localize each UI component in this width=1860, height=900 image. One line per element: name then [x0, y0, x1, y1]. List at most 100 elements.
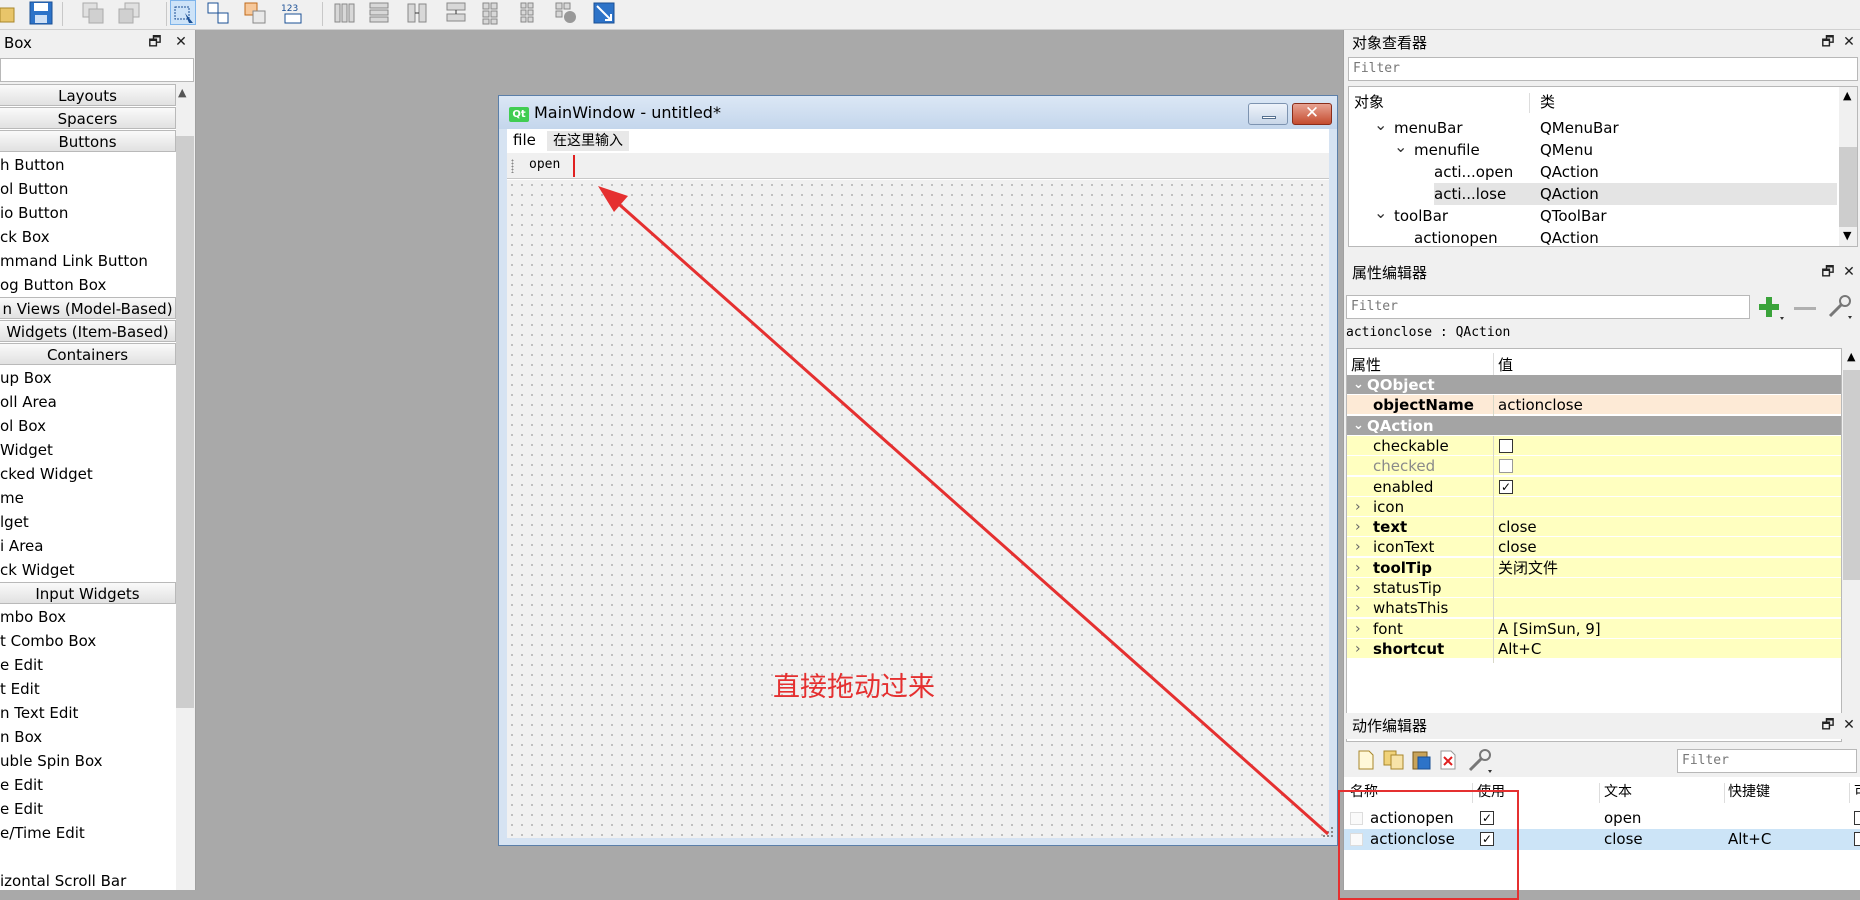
- property-row[interactable]: › shortcut Alt+C: [1347, 638, 1841, 663]
- property-checkbox[interactable]: ✓: [1499, 479, 1513, 494]
- property-value[interactable]: close: [1498, 517, 1537, 537]
- remove-dynamic-property-icon[interactable]: [1794, 307, 1816, 310]
- float-dock-icon[interactable]: 🗗: [1819, 33, 1837, 51]
- object-name: menufile: [1414, 141, 1480, 159]
- property-name: font: [1373, 619, 1403, 638]
- property-group-name: QObject: [1367, 376, 1435, 394]
- object-name: acti...open: [1434, 163, 1514, 181]
- expand-chevron-icon[interactable]: ›: [1355, 639, 1361, 659]
- property-row[interactable]: objectName actionclose: [1347, 395, 1841, 420]
- object-tree-row[interactable]: acti...lose QAction: [1349, 183, 1837, 205]
- property-row[interactable]: › font A [SimSun, 9]: [1347, 618, 1841, 643]
- collapse-chevron-icon[interactable]: ⌄: [1353, 375, 1364, 395]
- property-row[interactable]: › text close: [1347, 517, 1841, 542]
- property-row[interactable]: checkable: [1347, 435, 1841, 460]
- column-header-shortcut[interactable]: 快捷键: [1728, 777, 1770, 807]
- property-checkbox[interactable]: [1499, 459, 1513, 474]
- property-name: icon: [1373, 497, 1405, 516]
- column-header-object[interactable]: 对象: [1354, 87, 1384, 117]
- property-value[interactable]: Alt+C: [1498, 639, 1541, 659]
- property-name: shortcut: [1373, 639, 1445, 658]
- property-checkbox[interactable]: [1499, 438, 1513, 453]
- column-header-class[interactable]: 类: [1540, 87, 1555, 117]
- action-checkable-checkbox[interactable]: [1854, 811, 1860, 825]
- expand-chevron-icon[interactable]: ›: [1355, 517, 1361, 537]
- property-value[interactable]: 关闭文件: [1498, 558, 1558, 578]
- close-dock-icon[interactable]: ✕: [1840, 263, 1858, 281]
- expand-chevron-icon[interactable]: ›: [1355, 558, 1361, 578]
- property-value[interactable]: actionclose: [1498, 395, 1583, 415]
- float-dock-icon[interactable]: 🗗: [1819, 716, 1837, 734]
- new-action-icon[interactable]: [1356, 749, 1376, 771]
- configure-tool-icon[interactable]: [1826, 294, 1854, 320]
- property-editor-filter[interactable]: Filter: [1346, 295, 1750, 319]
- property-group-name: QAction: [1367, 416, 1434, 435]
- expand-chevron-icon[interactable]: ›: [1355, 598, 1361, 618]
- expand-chevron-icon[interactable]: ›: [1355, 537, 1361, 557]
- property-group[interactable]: ⌄ QAction: [1347, 415, 1841, 436]
- float-dock-icon[interactable]: 🗗: [1819, 263, 1837, 281]
- configure-action-icon[interactable]: [1466, 748, 1494, 774]
- paste-action-icon[interactable]: [1410, 749, 1434, 771]
- object-class: QMenu: [1540, 141, 1593, 159]
- property-name: statusTip: [1373, 579, 1442, 597]
- copy-action-icon[interactable]: [1382, 749, 1406, 771]
- property-group[interactable]: ⌄ QObject: [1347, 375, 1841, 395]
- action-editor-title: 动作编辑器: [1344, 713, 1860, 739]
- action-checkable-checkbox[interactable]: [1854, 832, 1860, 846]
- property-row[interactable]: enabled ✓: [1347, 476, 1841, 501]
- add-dynamic-property-icon[interactable]: [1758, 295, 1786, 321]
- expand-chevron-icon[interactable]: ›: [1355, 497, 1361, 517]
- collapse-chevron-icon[interactable]: ⌄: [1353, 416, 1364, 436]
- property-row[interactable]: › statusTip: [1347, 578, 1841, 602]
- property-row[interactable]: › toolTip 关闭文件: [1347, 557, 1841, 582]
- property-name: checked: [1373, 457, 1436, 476]
- property-grid: 属性 值 ⌄ QObject objectName actionclose ⌄ QActi…: [1346, 348, 1842, 742]
- expand-chevron-icon[interactable]: ›: [1355, 578, 1361, 598]
- column-header-text[interactable]: 文本: [1604, 777, 1632, 807]
- column-header-property[interactable]: 属性: [1351, 354, 1381, 375]
- object-class: QAction: [1540, 185, 1599, 203]
- close-dock-icon[interactable]: ✕: [1840, 33, 1858, 51]
- object-tree-row[interactable]: ⌄ toolBar QToolBar: [1349, 205, 1837, 227]
- object-class: QAction: [1540, 229, 1599, 247]
- object-tree-row[interactable]: actionopen QAction: [1349, 227, 1837, 247]
- property-row[interactable]: checked: [1347, 456, 1841, 481]
- highlight-frame: [1338, 790, 1519, 900]
- scroll-up-icon[interactable]: ▲: [1843, 89, 1851, 102]
- object-tree-row[interactable]: ⌄ menuBar QMenuBar: [1349, 117, 1837, 139]
- property-row[interactable]: › whatsThis: [1347, 598, 1841, 623]
- property-name: text: [1373, 518, 1408, 537]
- scroll-down-icon[interactable]: ▼: [1843, 229, 1851, 242]
- object-tree: 对象 类 ⌄ menuBar QMenuBar ⌄ menufile QMenu acti.…: [1348, 86, 1858, 247]
- property-value[interactable]: A [SimSun, 9]: [1498, 619, 1601, 639]
- object-name: toolBar: [1394, 207, 1449, 225]
- object-class: QAction: [1540, 163, 1599, 181]
- property-row[interactable]: › icon: [1347, 496, 1841, 521]
- object-inspector-filter[interactable]: Filter: [1348, 57, 1858, 81]
- object-tree-row[interactable]: ⌄ menufile QMenu: [1349, 139, 1837, 161]
- object-tree-scroll-thumb[interactable]: [1839, 147, 1857, 227]
- object-class: QToolBar: [1540, 207, 1607, 225]
- expand-chevron-icon[interactable]: ›: [1355, 619, 1361, 639]
- right-dock-area: 对象查看器 🗗 ✕ Filter 对象 类 ⌄ menuBar QMenuBar ⌄ m…: [1338, 30, 1860, 900]
- object-class: QMenuBar: [1540, 119, 1619, 137]
- object-name: acti...lose: [1434, 185, 1507, 203]
- expand-chevron-icon[interactable]: ⌄: [1394, 139, 1407, 155]
- property-value[interactable]: close: [1498, 537, 1537, 557]
- property-grid-scroll-thumb[interactable]: [1843, 370, 1860, 580]
- column-header-more[interactable]: 可: [1854, 777, 1860, 807]
- scroll-up-icon[interactable]: ▲: [1847, 350, 1855, 363]
- delete-action-icon[interactable]: [1438, 749, 1460, 771]
- expand-chevron-icon[interactable]: ⌄: [1374, 117, 1387, 133]
- property-name: whatsThis: [1373, 599, 1449, 618]
- action-editor-filter[interactable]: Filter: [1677, 749, 1857, 773]
- property-row[interactable]: › iconText close: [1347, 537, 1841, 562]
- action-text: close: [1604, 830, 1643, 848]
- drag-annotation-label: 直接拖动过来: [773, 672, 935, 703]
- column-header-value[interactable]: 值: [1498, 354, 1513, 375]
- object-tree-row[interactable]: acti...open QAction: [1349, 161, 1837, 183]
- expand-chevron-icon[interactable]: ⌄: [1374, 205, 1387, 221]
- property-editor-object-label: actionclose : QAction: [1346, 325, 1511, 340]
- close-dock-icon[interactable]: ✕: [1840, 716, 1858, 734]
